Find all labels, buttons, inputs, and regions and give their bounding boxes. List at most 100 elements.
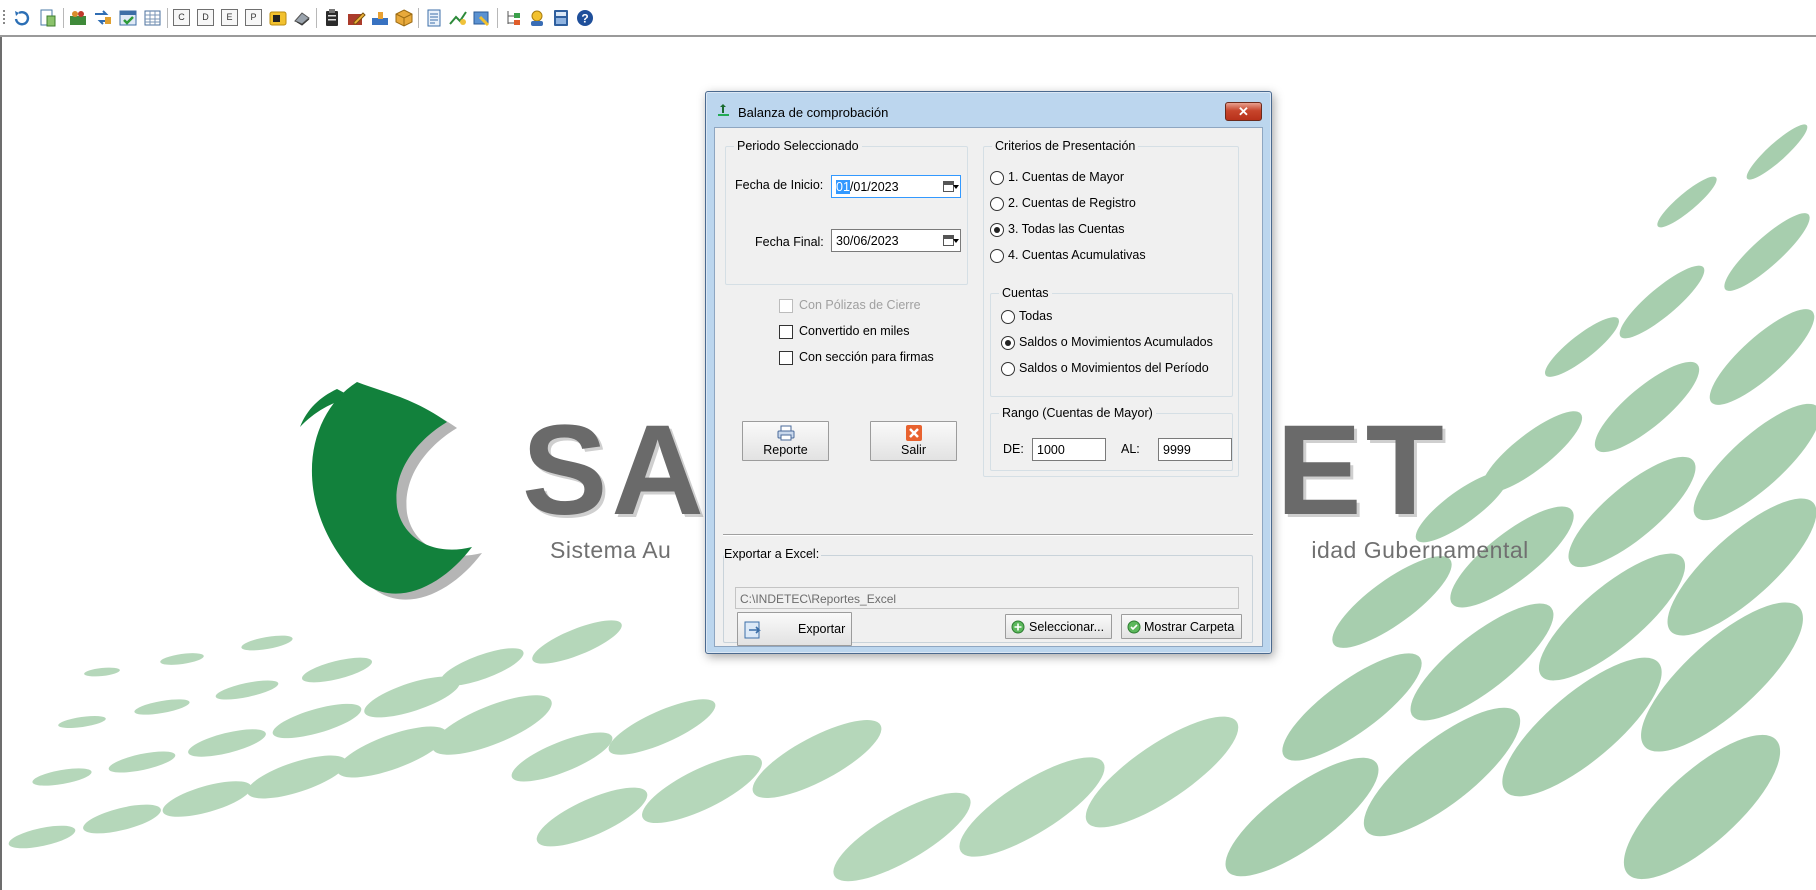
criterio-3-radio[interactable] xyxy=(990,223,1004,237)
section-divider xyxy=(723,534,1253,535)
seccion-firmas-checkbox[interactable] xyxy=(779,351,793,365)
reporte-button[interactable]: Reporte xyxy=(742,421,829,461)
tree-structure-icon[interactable] xyxy=(503,8,523,28)
criterio-1-radio[interactable] xyxy=(990,171,1004,185)
map-tools-icon[interactable] xyxy=(472,8,492,28)
package-box-icon[interactable] xyxy=(394,8,414,28)
report-doc-icon[interactable] xyxy=(38,8,58,28)
users-group-icon[interactable] xyxy=(68,8,88,28)
salir-button[interactable]: Salir xyxy=(870,421,957,461)
svg-text:?: ? xyxy=(581,12,588,26)
rango-al-input[interactable]: 9999 xyxy=(1158,438,1232,461)
criterio-4-radio[interactable] xyxy=(990,249,1004,263)
dialog-title: Balanza de comprobación xyxy=(738,105,889,120)
help-icon[interactable]: ? xyxy=(575,8,595,28)
fecha-inicio-picker[interactable]: 01/01/2023 xyxy=(831,175,961,198)
exportar-button[interactable]: Exportar xyxy=(737,612,852,646)
periodo-group-label: Periodo Seleccionado xyxy=(734,139,862,153)
cuentas-group-label: Cuentas xyxy=(999,286,1052,300)
balanza-dialog: Balanza de comprobación ✕ Periodo Selecc… xyxy=(705,91,1272,654)
dialog-client-area: Periodo Seleccionado Fecha de Inicio: 01… xyxy=(714,127,1263,647)
cuentas-acumulados-radio[interactable] xyxy=(1001,336,1015,350)
dialog-titlebar[interactable]: Balanza de comprobación ✕ xyxy=(706,92,1271,125)
logo-leaf-icon xyxy=(300,382,482,600)
fecha-final-value: 30/06/2023 xyxy=(836,234,899,248)
export-path-value: C:\INDETEC\Reportes_Excel xyxy=(740,592,897,606)
fecha-inicio-label: Fecha de Inicio: xyxy=(735,178,824,192)
excel-export-icon xyxy=(744,621,761,639)
fecha-inicio-selected: 01 xyxy=(836,180,850,194)
cuentas-group: Cuentas Todas Saldos o Movimientos Acumu… xyxy=(990,286,1233,397)
rango-al-label: AL: xyxy=(1121,442,1140,456)
tools-chart-icon[interactable] xyxy=(448,8,468,28)
refresh-icon[interactable] xyxy=(12,8,32,28)
mostrar-carpeta-label: Mostrar Carpeta xyxy=(1144,620,1235,634)
grid-table-icon[interactable] xyxy=(143,8,163,28)
check-circle-icon xyxy=(1127,620,1141,634)
chevron-down-icon[interactable] xyxy=(953,185,959,189)
rango-al-value: 9999 xyxy=(1163,443,1191,457)
polizas-cierre-checkbox[interactable] xyxy=(779,299,793,313)
rango-group: Rango (Cuentas de Mayor) DE: 1000 AL: 99… xyxy=(990,406,1233,471)
calculator-icon[interactable] xyxy=(551,8,571,28)
mostrar-carpeta-button[interactable]: Mostrar Carpeta xyxy=(1121,614,1242,639)
cuentas-todas-radio[interactable] xyxy=(1001,310,1015,324)
cuentas-periodo-radio[interactable] xyxy=(1001,362,1015,376)
convertido-miles-checkbox[interactable] xyxy=(779,325,793,339)
seleccionar-label: Seleccionar... xyxy=(1029,620,1105,634)
polizas-cierre-label: Con Pólizas de Cierre xyxy=(799,298,921,312)
fecha-final-picker[interactable]: 30/06/2023 xyxy=(831,229,961,252)
toolbar-separator xyxy=(63,8,64,28)
cuentas-todas-label: Todas xyxy=(1019,309,1053,323)
main-toolbar: C D E P ? xyxy=(0,0,1816,37)
seccion-firmas-label: Con sección para firmas xyxy=(799,350,934,364)
letter-c-icon[interactable]: C xyxy=(173,9,190,26)
convertido-miles-label: Convertido en miles xyxy=(799,324,910,338)
letter-p-icon[interactable]: P xyxy=(245,9,262,26)
cuentas-acumulados-label: Saldos o Movimientos Acumulados xyxy=(1019,335,1213,349)
clipboard-icon[interactable] xyxy=(322,8,342,28)
rango-de-label: DE: xyxy=(1003,442,1024,456)
fecha-final-label: Fecha Final: xyxy=(755,235,824,249)
criterio-3-label: 3. Todas las Cuentas xyxy=(1008,222,1125,236)
close-button[interactable]: ✕ xyxy=(1225,102,1262,121)
toolbar-separator xyxy=(497,8,498,28)
reporte-label: Reporte xyxy=(763,443,808,457)
cuentas-periodo-label: Saldos o Movimientos del Período xyxy=(1019,361,1209,375)
salir-label: Salir xyxy=(900,443,926,457)
rango-de-input[interactable]: 1000 xyxy=(1032,438,1106,461)
add-circle-icon xyxy=(1011,620,1025,634)
printer-icon xyxy=(777,425,795,441)
rango-group-label: Rango (Cuentas de Mayor) xyxy=(999,406,1156,420)
criterio-4-label: 4. Cuentas Acumulativas xyxy=(1008,248,1146,262)
folder-p-icon[interactable] xyxy=(268,8,288,28)
toolbar-grip[interactable] xyxy=(3,10,5,26)
close-icon: ✕ xyxy=(1238,104,1249,119)
criterio-2-label: 2. Cuentas de Registro xyxy=(1008,196,1136,210)
criterio-2-radio[interactable] xyxy=(990,197,1004,211)
periodo-group: Periodo Seleccionado Fecha de Inicio: 01… xyxy=(725,139,968,285)
document-list-icon[interactable] xyxy=(424,8,444,28)
export-path-field[interactable]: C:\INDETEC\Reportes_Excel xyxy=(735,587,1239,609)
chevron-down-icon[interactable] xyxy=(953,239,959,243)
fecha-inicio-rest: /01/2023 xyxy=(849,180,899,194)
criterios-group: Criterios de Presentación 1. Cuentas de … xyxy=(983,139,1239,477)
approve-form-icon[interactable] xyxy=(118,8,138,28)
stamp-icon[interactable] xyxy=(370,8,390,28)
toolbar-separator xyxy=(316,8,317,28)
user-badge-icon[interactable] xyxy=(527,8,547,28)
print-stack-icon[interactable] xyxy=(292,8,312,28)
transfer-arrows-icon[interactable] xyxy=(93,8,113,28)
app-icon xyxy=(716,103,730,117)
exportar-label-text: Exportar xyxy=(798,622,846,636)
letter-d-icon[interactable]: D xyxy=(197,9,214,26)
letter-e-icon[interactable]: E xyxy=(221,9,238,26)
criterio-1-label: 1. Cuentas de Mayor xyxy=(1008,170,1125,184)
seleccionar-button[interactable]: Seleccionar... xyxy=(1005,614,1112,639)
toolbar-separator xyxy=(167,8,168,28)
edit-pencil-icon[interactable] xyxy=(346,8,366,28)
exportar-label: Exportar a Excel: xyxy=(724,547,822,561)
criterios-group-label: Criterios de Presentación xyxy=(992,139,1139,153)
exit-x-icon xyxy=(906,425,922,441)
toolbar-separator xyxy=(418,8,419,28)
